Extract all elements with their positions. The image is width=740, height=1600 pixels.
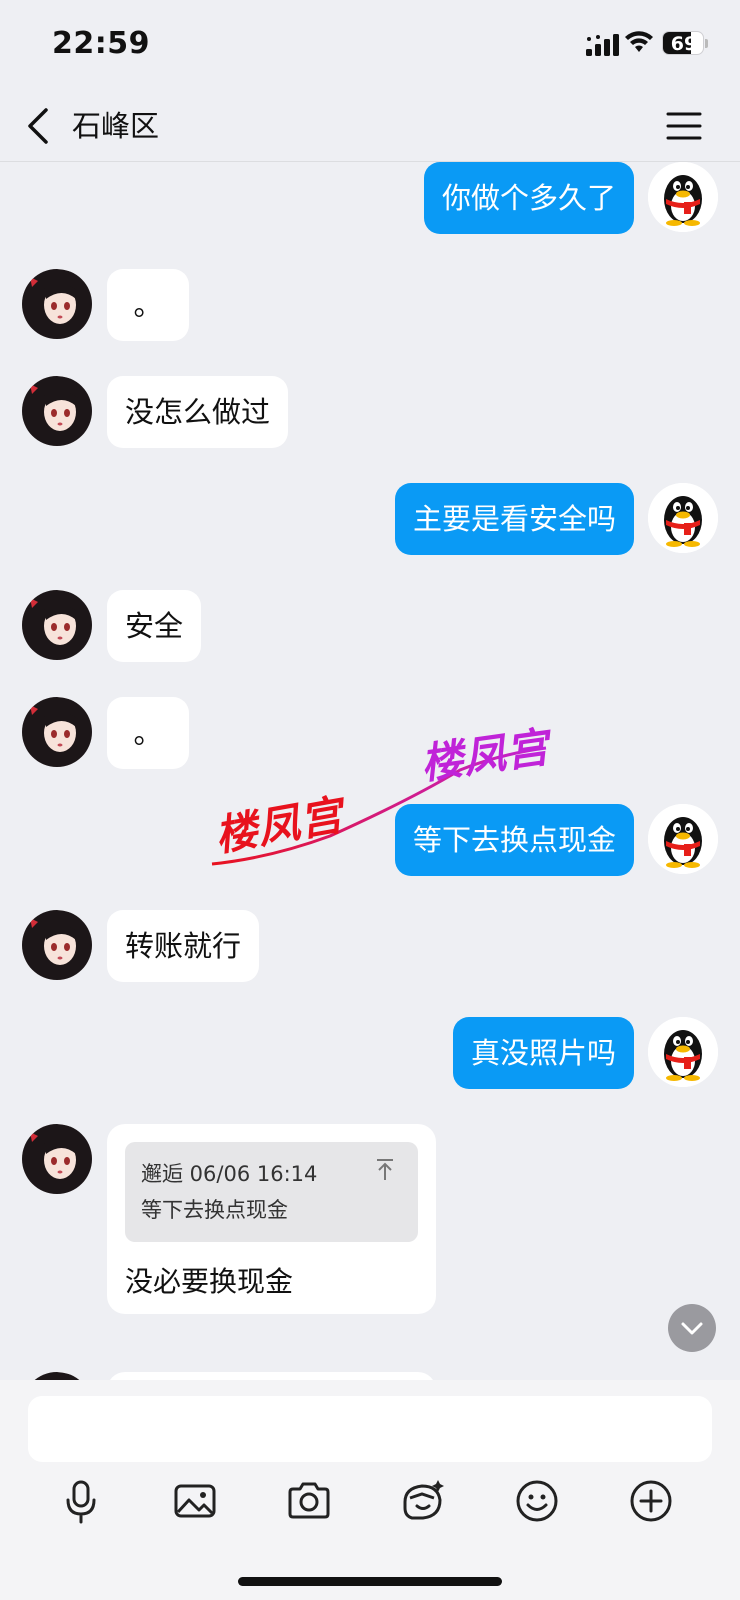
microphone-icon[interactable] <box>58 1478 104 1524</box>
incoming-message-bubble[interactable]: 。 <box>107 269 189 341</box>
chevron-down-icon <box>681 1322 703 1335</box>
home-indicator[interactable] <box>238 1577 502 1586</box>
wifi-icon <box>625 31 653 52</box>
battery-percentage: 69 <box>670 33 698 55</box>
incoming-message-bubble[interactable]: 。 <box>107 697 189 769</box>
quote-text: 等下去换点现金 <box>141 1198 288 1222</box>
reply-text: 没必要换现金 <box>125 1265 294 1298</box>
outgoing-message-bubble[interactable]: 真没照片吗 <box>452 1017 634 1089</box>
contact-avatar[interactable] <box>22 1124 92 1194</box>
chat-header: 石峰区 <box>0 90 740 162</box>
jump-to-top-icon[interactable] <box>375 1158 395 1182</box>
status-time: 22:59 <box>52 26 150 61</box>
my-avatar[interactable] <box>648 162 718 232</box>
contact-avatar[interactable] <box>22 697 92 767</box>
incoming-message-bubble[interactable]: 没怎么做过 <box>107 376 289 448</box>
sticker-icon[interactable] <box>400 1478 446 1524</box>
my-avatar[interactable] <box>648 483 718 553</box>
back-icon[interactable] <box>20 104 60 148</box>
cellular-signal-icon <box>586 34 619 56</box>
emoji-icon[interactable] <box>514 1478 560 1524</box>
contact-avatar[interactable] <box>22 269 92 339</box>
my-avatar[interactable] <box>648 804 718 874</box>
message-composer <box>0 1380 740 1600</box>
status-bar: 22:59 69 <box>0 0 740 90</box>
outgoing-message-bubble[interactable]: 你做个多久了 <box>423 162 634 234</box>
add-icon[interactable] <box>628 1478 674 1524</box>
quoted-message[interactable]: 邂逅 06/06 16:14 等下去换点现金 <box>125 1142 418 1242</box>
reply-message-bubble[interactable]: 邂逅 06/06 16:14 等下去换点现金 没必要换现金 <box>107 1124 436 1314</box>
message-input[interactable] <box>28 1396 712 1462</box>
my-avatar[interactable] <box>648 1017 718 1087</box>
camera-icon[interactable] <box>286 1478 332 1524</box>
contact-avatar[interactable] <box>22 590 92 660</box>
image-icon[interactable] <box>172 1478 218 1524</box>
scroll-to-bottom-button[interactable] <box>668 1304 716 1352</box>
chat-title: 石峰区 <box>72 109 160 143</box>
contact-avatar[interactable] <box>22 910 92 980</box>
battery-icon: 69 <box>662 31 708 57</box>
menu-icon[interactable] <box>664 106 704 146</box>
quote-sender-time: 邂逅 06/06 16:14 <box>141 1162 318 1186</box>
incoming-message-bubble[interactable]: 转账就行 <box>107 910 260 982</box>
outgoing-message-bubble[interactable]: 主要是看安全吗 <box>394 483 634 555</box>
contact-avatar[interactable] <box>22 376 92 446</box>
incoming-message-bubble[interactable]: 安全 <box>107 590 202 662</box>
